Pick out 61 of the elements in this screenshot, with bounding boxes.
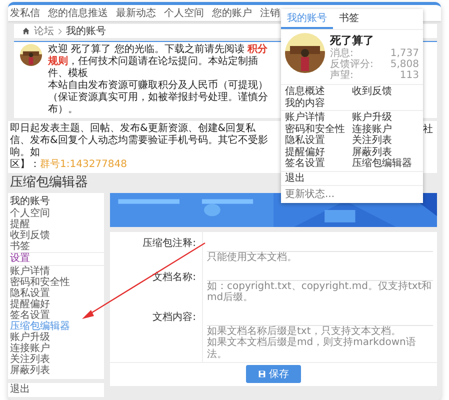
menu-item[interactable]: 关注列表 (352, 135, 419, 146)
stat-value: 1,737 (390, 48, 419, 59)
field-hint: 如果文档名称后缀是txt，只支持文本文档。 (207, 326, 402, 336)
notice-text: 即日起发表主题、回帖、发布&更新资源、创建&回复私信、发布&回复个人动态均需要验证手机号码。其它不受影响。如 (10, 123, 269, 158)
sidebar-item[interactable]: 关注列表 (10, 354, 104, 365)
menu-tab[interactable]: 书签 (333, 9, 365, 29)
menu-item[interactable]: 连接账户 (352, 124, 419, 135)
menu-item[interactable]: 账户详情 (285, 112, 352, 124)
sidebar-item[interactable]: 提醒 (10, 219, 104, 230)
stat-value: 113 (400, 70, 419, 81)
menu-item[interactable]: 屏蔽列表 (352, 146, 419, 158)
menu-item[interactable]: 我的内容 (285, 98, 352, 109)
breadcrumb-link[interactable]: 我的账号 (66, 24, 106, 38)
page-heading: 压缩包编辑器 (9, 176, 88, 190)
menu-item[interactable]: 账户升级 (352, 112, 419, 124)
stat-value: 5,808 (390, 59, 419, 70)
notice-text: 区】： (10, 159, 40, 170)
menu-item[interactable]: 隐私设置 (285, 135, 352, 146)
stat-label: 消息: (330, 48, 354, 59)
breadcrumb-link[interactable]: 论坛 (34, 24, 54, 38)
notice-text: 本站自由发布资源可赚取积分及人民币（可提现）（保证资源真实可用，如被举报封号处理。谨慎分布）。 (48, 80, 269, 116)
stat-label: 反馈评分: (330, 59, 374, 70)
notice-text: 社 (423, 124, 433, 136)
logout-link[interactable]: 退出 (8, 383, 104, 397)
nav-link[interactable]: 个人空间 (164, 6, 204, 20)
field-hint: 如：copyright.txt、copyright.md。仅支持txt和md后缀。 (207, 280, 433, 304)
menu-item[interactable]: 收到反馈 (352, 86, 419, 98)
menu-item[interactable]: 密码和安全性 (285, 124, 352, 135)
sidebar-item[interactable]: 屏蔽列表 (10, 365, 104, 376)
username: 死了算了 (330, 33, 375, 48)
menu-item[interactable]: 签名设置 (285, 158, 352, 170)
menu-item[interactable]: 退出 (285, 172, 352, 184)
nav-link[interactable]: 最新动态 (116, 6, 156, 20)
sidebar-item[interactable]: 收到反馈 (10, 230, 104, 241)
sidebar-item[interactable]: 隐私设置 (10, 288, 104, 299)
save-icon (258, 370, 266, 378)
sidebar-item[interactable]: 个人空间 (10, 208, 104, 219)
field-hint: 只能使用文本文档。 (207, 252, 298, 264)
menu-item[interactable]: 压缩包编辑器 (352, 158, 419, 170)
home-icon[interactable] (22, 27, 30, 35)
sidebar-section: 设置 (10, 252, 104, 266)
welcome-text: 欢迎 死了算了 您的光临。下载之前请先阅读 积分规则，任何技术问题请在论坛提问。本站定制插件、模板 (48, 44, 269, 80)
nav-link[interactable]: 注销 (260, 6, 280, 20)
menu-item[interactable]: 信息概述 (285, 86, 352, 98)
sidebar-item[interactable]: 账户升级 (10, 332, 104, 343)
sidebar-item[interactable]: 账户详情 (10, 266, 104, 277)
stat-label: 声望: (330, 70, 354, 81)
sidebar-item[interactable]: 连接账户 (10, 343, 104, 354)
sidebar-item[interactable]: 密码和安全性 (10, 277, 104, 288)
field-hint: 如果文本文档后缀是md，则支持markdown语法。 (207, 337, 417, 360)
sidebar-item[interactable]: 书签 (10, 241, 104, 252)
sidebar-heading: 我的账号 (10, 195, 51, 208)
sidebar-item[interactable]: 提醒偏好 (10, 299, 104, 310)
nav-link[interactable]: 您的账户 (212, 6, 252, 20)
menu-item[interactable]: 提醒偏好 (285, 146, 352, 158)
field-label: 文档内容: (110, 306, 203, 362)
sidebar-item[interactable]: 签名设置 (10, 310, 104, 321)
nav-link[interactable]: 您的信息推送 (48, 6, 108, 20)
field-label: 压缩包注释: (110, 232, 203, 266)
chevron-icon (58, 28, 62, 34)
nav-link[interactable]: 发私信 (10, 6, 40, 20)
